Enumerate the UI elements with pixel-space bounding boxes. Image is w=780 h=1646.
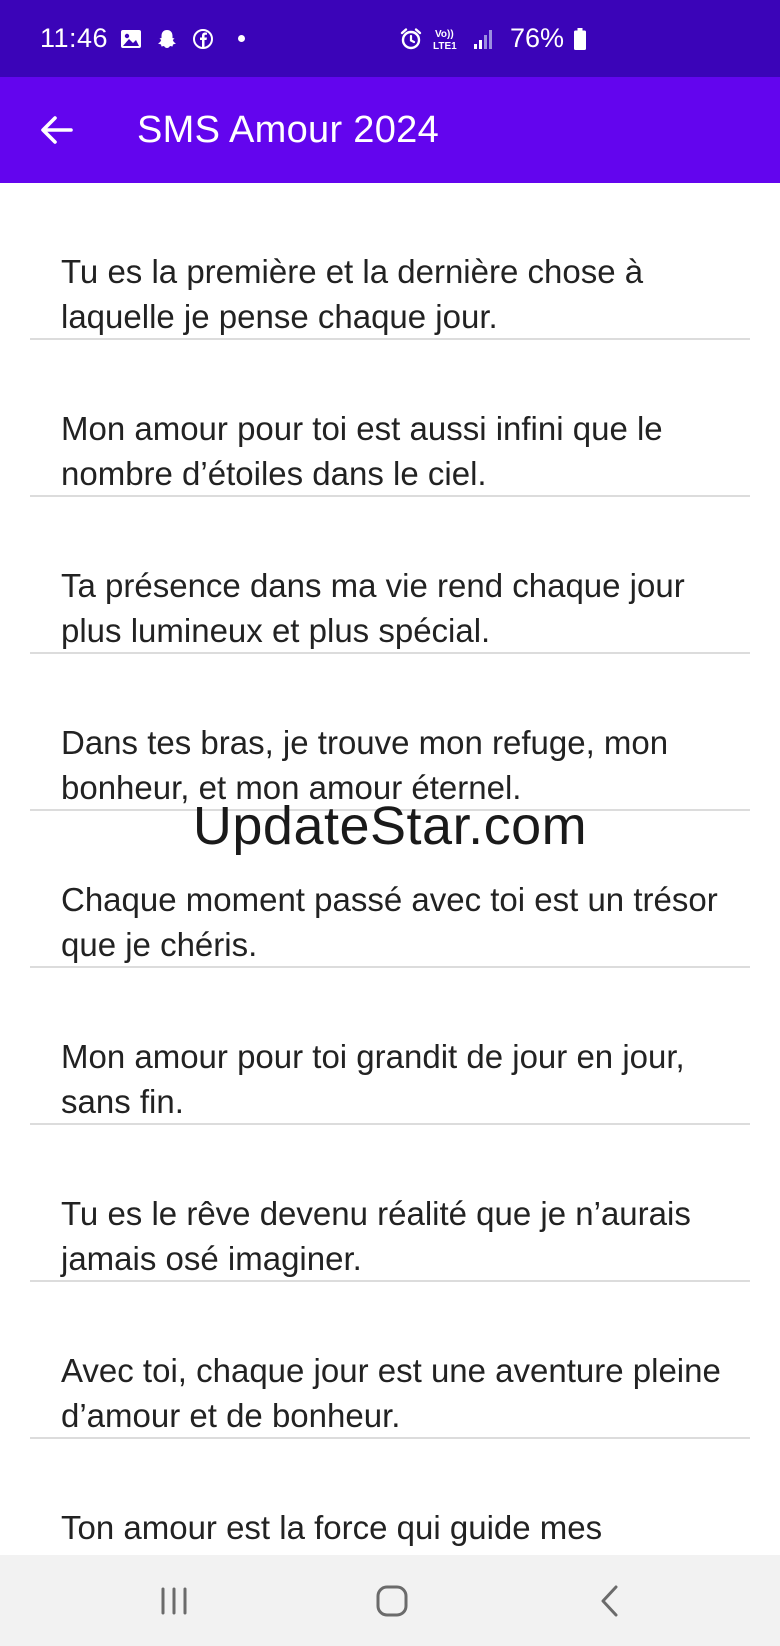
message-text: Mon amour pour toi grandit de jour en jo… [61, 1038, 685, 1120]
notification-dot [238, 35, 246, 42]
list-item[interactable]: Tu es le rêve devenu réalité que je n’au… [30, 1125, 750, 1282]
arrow-back-icon [41, 116, 73, 144]
nav-back-button[interactable] [580, 1573, 640, 1629]
recents-button[interactable] [144, 1573, 204, 1629]
volte-icon: Vo)) LTE1 [432, 26, 462, 52]
screen: 11:46 Vo)) LTE1 76% SMS Amour 2024 Tu es… [0, 0, 780, 1646]
app-title: SMS Amour 2024 [137, 109, 440, 151]
message-text: Ton amour est la force qui guide mes [61, 1509, 603, 1546]
snapchat-icon [154, 26, 180, 52]
message-text: Chaque moment passé avec toi est un trés… [61, 881, 718, 963]
message-text: Avec toi, chaque jour est une aventure p… [61, 1352, 721, 1434]
message-text: Dans tes bras, je trouve mon refuge, mon… [61, 724, 669, 806]
status-bar: 11:46 Vo)) LTE1 76% [0, 0, 780, 77]
list-item[interactable]: Tu es la première et la dernière chose à… [30, 183, 750, 340]
list-item[interactable]: Dans tes bras, je trouve mon refuge, mon… [30, 654, 750, 811]
list-item[interactable]: Avec toi, chaque jour est une aventure p… [30, 1282, 750, 1439]
message-text: Mon amour pour toi est aussi infini que … [61, 410, 663, 492]
message-text: Ta présence dans ma vie rend chaque jour… [61, 567, 685, 649]
battery-percent: 76% [509, 23, 564, 53]
list-item[interactable]: Mon amour pour toi grandit de jour en jo… [30, 968, 750, 1125]
home-button[interactable] [362, 1573, 422, 1629]
status-right: Vo)) LTE1 76% [398, 0, 588, 77]
app-bar: SMS Amour 2024 [0, 77, 780, 183]
list-item[interactable]: Ta présence dans ma vie rend chaque jour… [30, 497, 750, 654]
message-text: Tu es le rêve devenu réalité que je n’au… [61, 1195, 691, 1277]
back-button[interactable] [30, 103, 84, 157]
list-item[interactable]: Ton amour est la force qui guide mes [30, 1439, 750, 1555]
recents-icon [161, 1587, 187, 1615]
list-item[interactable]: Mon amour pour toi est aussi infini que … [30, 340, 750, 497]
back-icon [601, 1585, 618, 1617]
home-icon [376, 1585, 408, 1617]
battery-icon [572, 26, 588, 52]
message-list[interactable]: Tu es la première et la dernière chose à… [0, 183, 780, 1555]
gallery-icon [118, 26, 144, 52]
volte-top-text: Vo)) [435, 29, 454, 40]
status-time: 11:46 [40, 23, 109, 53]
list-item[interactable]: Chaque moment passé avec toi est un trés… [30, 811, 750, 968]
navigation-bar [0, 1555, 780, 1646]
alarm-icon [398, 26, 424, 52]
volte-bottom-text: LTE1 [433, 41, 457, 52]
status-left: 11:46 [40, 0, 246, 77]
facebook-icon [190, 26, 216, 52]
signal-icon [470, 26, 496, 52]
message-text: Tu es la première et la dernière chose à… [61, 253, 644, 335]
